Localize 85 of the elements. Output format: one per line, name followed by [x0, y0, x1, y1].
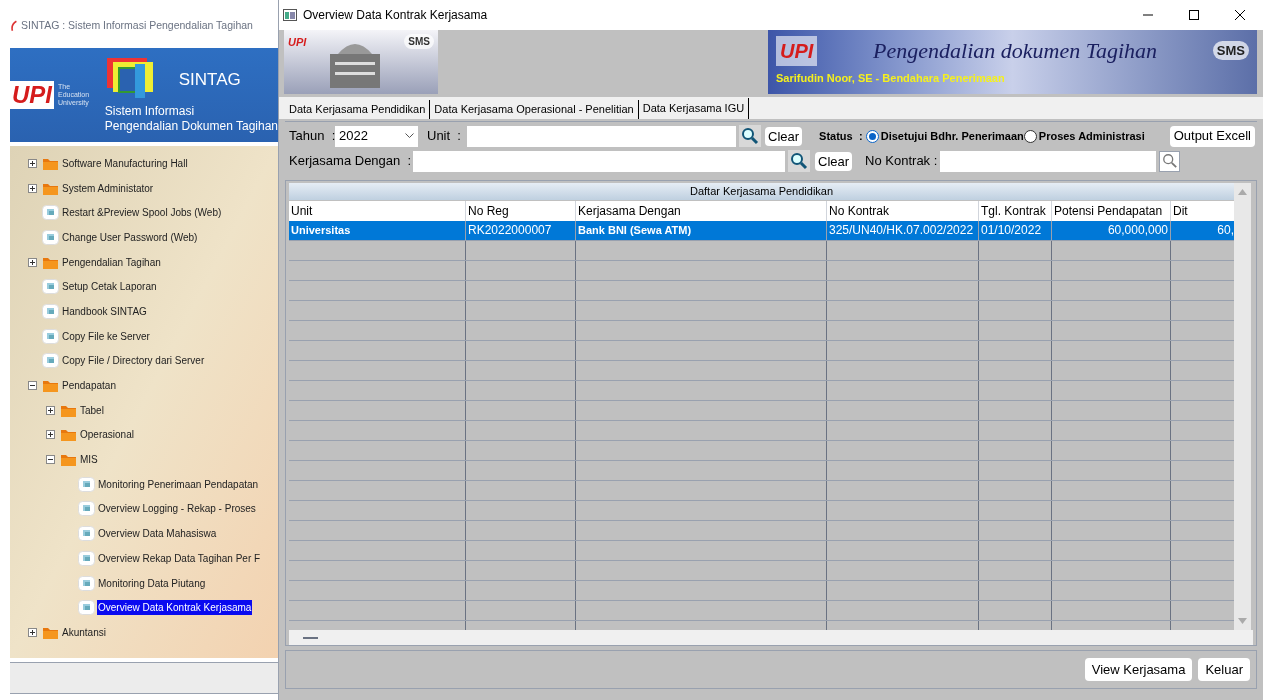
expand-icon[interactable]: [46, 405, 55, 415]
table-title: Daftar Kerjasama Pendidikan: [289, 183, 1235, 200]
logo-text: UPI: [288, 35, 307, 50]
action-button[interactable]: View Kerjasama: [1084, 658, 1193, 681]
tree-item[interactable]: Operasional: [79, 427, 135, 443]
clear-button[interactable]: Clear: [765, 126, 803, 146]
chevron-down-icon: [405, 133, 414, 139]
close-icon: [1235, 10, 1245, 20]
search-button[interactable]: [1159, 150, 1181, 172]
unit-field[interactable]: [467, 125, 736, 147]
document-icon: [78, 501, 95, 517]
radio-button[interactable]: [1023, 129, 1037, 143]
tree-item[interactable]: Overview Logging - Rekap - Proses: [97, 501, 257, 517]
table-row[interactable]: Universitas RK2022000007 Bank BNI (Sewa ATM) 325/UN40/HK.07.002/2022 01/10/2022 60,000,000 60,: [289, 221, 1235, 240]
search-button[interactable]: [739, 125, 761, 147]
document-icon: [42, 205, 59, 221]
logo-text: UPI: [776, 35, 818, 66]
window-icon: [283, 9, 297, 21]
tree-item[interactable]: Copy File / Directory dari Server: [61, 353, 206, 369]
banner-heading: Pengendalian dokumen Tagihan: [873, 37, 1158, 65]
document-icon: [42, 279, 59, 295]
tree-item[interactable]: Restart &Preview Spool Jobs (Web): [61, 205, 223, 221]
maximize-icon: [1189, 10, 1199, 20]
user-label: Sarifudin Noor, SE - Bendahara Penerimaan: [776, 71, 1006, 86]
tree-item[interactable]: Overview Data Mahasiswa: [97, 526, 218, 542]
document-icon: [42, 229, 59, 245]
tree-item[interactable]: Setup Cetak Laporan: [61, 279, 158, 295]
tree-item[interactable]: Handbook SINTAG: [61, 303, 148, 319]
field-label: Status: [819, 128, 854, 144]
radio-option[interactable]: Proses Administrasi: [1023, 127, 1145, 145]
document-icon: [78, 600, 95, 616]
clear-button[interactable]: Clear: [815, 151, 853, 171]
app-subtitle: Pengendalian Dokumen Tagihan: [104, 119, 278, 134]
tree-item[interactable]: Copy File ke Server: [61, 328, 151, 344]
tree-item[interactable]: Change User Password (Web): [61, 229, 199, 245]
folder-icon: [60, 427, 77, 443]
logo-text: SMS: [404, 34, 434, 49]
folder-icon: [60, 452, 77, 468]
tree-item[interactable]: Tabel: [79, 402, 105, 418]
document-icon: [78, 526, 95, 542]
field-label: Tahun :: [289, 127, 335, 146]
expand-icon[interactable]: [28, 257, 37, 267]
document-icon: [42, 303, 59, 319]
folder-icon: [42, 378, 59, 394]
app-subtitle: Sistem Informasi: [104, 104, 196, 119]
expand-icon[interactable]: [28, 183, 37, 193]
tree-item[interactable]: Software Manufacturing Hall: [61, 155, 189, 171]
year-dropdown[interactable]: 2022: [335, 125, 418, 147]
document-icon: [78, 575, 95, 591]
radio-option[interactable]: Disetujui Bdhr. Penerimaan: [865, 127, 1024, 145]
footer-mark: [303, 636, 318, 639]
export-button[interactable]: Output Excell: [1169, 125, 1255, 147]
tree-item[interactable]: MIS: [79, 452, 99, 468]
app-icon: [10, 19, 18, 33]
tree-item[interactable]: Akuntansi: [61, 624, 107, 640]
tree-item[interactable]: System Administator: [61, 180, 155, 196]
window-title: Overview Data Kontrak Kerjasama: [303, 7, 488, 24]
expand-icon[interactable]: [28, 158, 37, 168]
field-label: Unit :: [427, 127, 462, 146]
tree-item[interactable]: Pengendalian Tagihan: [61, 254, 162, 270]
app-name: SINTAG: [178, 69, 241, 92]
search-button[interactable]: [788, 150, 810, 172]
radio-button[interactable]: [865, 129, 879, 143]
tree-item[interactable]: Overview Rekap Data Tagihan Per F: [97, 550, 262, 566]
action-button[interactable]: Keluar: [1198, 658, 1250, 681]
tree-item[interactable]: Monitoring Penerimaan Pendapatan: [97, 476, 260, 492]
field-label: :: [859, 128, 863, 144]
field-label: No Kontrak :: [865, 152, 939, 171]
tree-item[interactable]: Pendapatan: [61, 378, 117, 394]
expand-icon[interactable]: [28, 627, 37, 637]
field-label: Kerjasama Dengan :: [289, 152, 413, 171]
document-icon: [42, 328, 59, 344]
expand-icon[interactable]: [46, 430, 55, 440]
document-icon: [78, 476, 95, 492]
tree-item[interactable]: Overview Data Kontrak Kerjasama: [97, 600, 253, 616]
contract-field[interactable]: [940, 150, 1157, 172]
collapse-icon[interactable]: [46, 455, 55, 465]
tree-item[interactable]: Monitoring Data Piutang: [97, 575, 207, 591]
partner-field[interactable]: [413, 150, 785, 172]
logo-text: SMS: [1212, 40, 1249, 61]
window-title: SINTAG : Sistem Informasi Pengendalian Tagihan: [21, 18, 253, 34]
document-icon: [78, 550, 95, 566]
collapse-icon[interactable]: [28, 381, 37, 391]
document-icon: [42, 353, 59, 369]
logo-text: UPI: [10, 81, 54, 109]
